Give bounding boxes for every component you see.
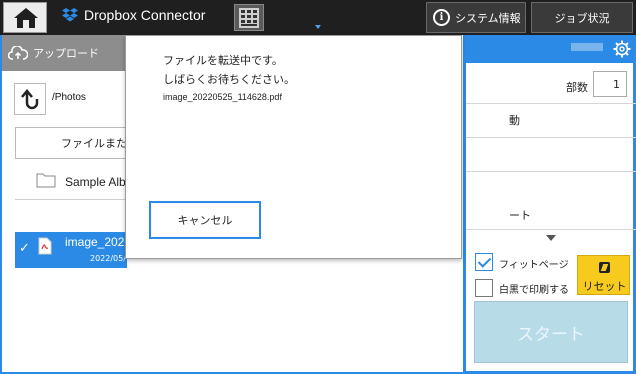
user-name-redacted xyxy=(571,43,603,51)
folder-name: Sample Alb xyxy=(65,175,126,189)
fit-page-checkbox[interactable] xyxy=(475,253,493,271)
indicator-arrow-icon xyxy=(315,25,321,29)
divider xyxy=(466,137,636,138)
transfer-progress-dialog: ファイルを転送中です。 しばらくお待ちください。 image_20220525_… xyxy=(125,35,462,259)
system-info-label: システム情報 xyxy=(455,11,521,25)
pdf-file-icon xyxy=(38,237,52,255)
setting-row-2[interactable]: ート xyxy=(509,207,531,223)
file-select-button[interactable]: ファイルまた xyxy=(15,127,127,159)
reset-button[interactable]: リセット xyxy=(577,255,630,295)
start-label: スタート xyxy=(517,324,585,345)
setting-row-1[interactable]: 動 xyxy=(509,112,520,128)
dialog-message-line1: ファイルを転送中です。 xyxy=(163,54,283,67)
keypad-button[interactable] xyxy=(234,4,264,31)
system-info-button[interactable]: i システム情報 xyxy=(426,2,526,33)
divider xyxy=(466,171,636,172)
upload-tab[interactable]: アップロード xyxy=(2,35,126,71)
check-icon: ✓ xyxy=(19,241,30,256)
copies-input[interactable]: 1 xyxy=(593,71,627,97)
start-button[interactable]: スタート xyxy=(474,301,628,363)
dialog-file-name: image_20220525_114628.pdf xyxy=(163,92,282,102)
cloud-upload-icon xyxy=(8,46,28,60)
keypad-icon xyxy=(239,8,259,28)
info-icon: i xyxy=(433,9,450,26)
dialog-message-line2: しばらくお待ちください。 xyxy=(163,73,295,86)
cancel-label: キャンセル xyxy=(177,214,233,227)
list-item-selected[interactable]: ✓ image_2022 2022/05/ xyxy=(15,232,127,268)
print-settings-panel: 部数 1 動 ート フィットページ 白黒で印刷する リセット スタート xyxy=(463,35,636,374)
bw-print-checkbox[interactable] xyxy=(475,279,493,297)
list-item[interactable]: Sample Alb xyxy=(15,168,127,198)
divider xyxy=(466,103,636,104)
back-arrow-icon xyxy=(21,89,39,110)
settings-header xyxy=(466,35,636,63)
file-date: 2022/05/ xyxy=(90,254,126,263)
divider xyxy=(466,229,636,230)
upload-label: アップロード xyxy=(33,47,99,60)
scroll-down-icon[interactable] xyxy=(546,235,556,241)
cancel-button[interactable]: キャンセル xyxy=(149,201,261,239)
copies-value: 1 xyxy=(613,77,620,91)
job-status-button[interactable]: ジョブ状況 xyxy=(531,2,633,33)
home-button[interactable] xyxy=(3,2,47,33)
fit-page-label: フィットページ xyxy=(499,260,569,271)
folder-icon xyxy=(36,173,56,188)
reset-label: リセット xyxy=(582,280,627,293)
app-title-area: Dropbox Connector xyxy=(62,7,205,23)
app-title: Dropbox Connector xyxy=(84,7,206,23)
dropbox-logo-icon xyxy=(62,7,78,21)
file-name: image_2022 xyxy=(65,235,127,249)
top-bar: Dropbox Connector i システム情報 ジョブ状況 xyxy=(0,0,636,35)
job-status-label: ジョブ状況 xyxy=(554,11,610,25)
current-path: /Photos xyxy=(52,92,86,103)
file-select-label: ファイルまた xyxy=(61,137,127,150)
eraser-icon xyxy=(599,262,610,273)
parent-folder-button[interactable] xyxy=(14,83,46,115)
gear-icon[interactable] xyxy=(613,40,631,58)
bw-print-label: 白黒で印刷する xyxy=(499,285,569,296)
divider xyxy=(15,199,127,200)
copies-label: 部数 xyxy=(566,81,588,94)
home-icon xyxy=(14,8,38,28)
